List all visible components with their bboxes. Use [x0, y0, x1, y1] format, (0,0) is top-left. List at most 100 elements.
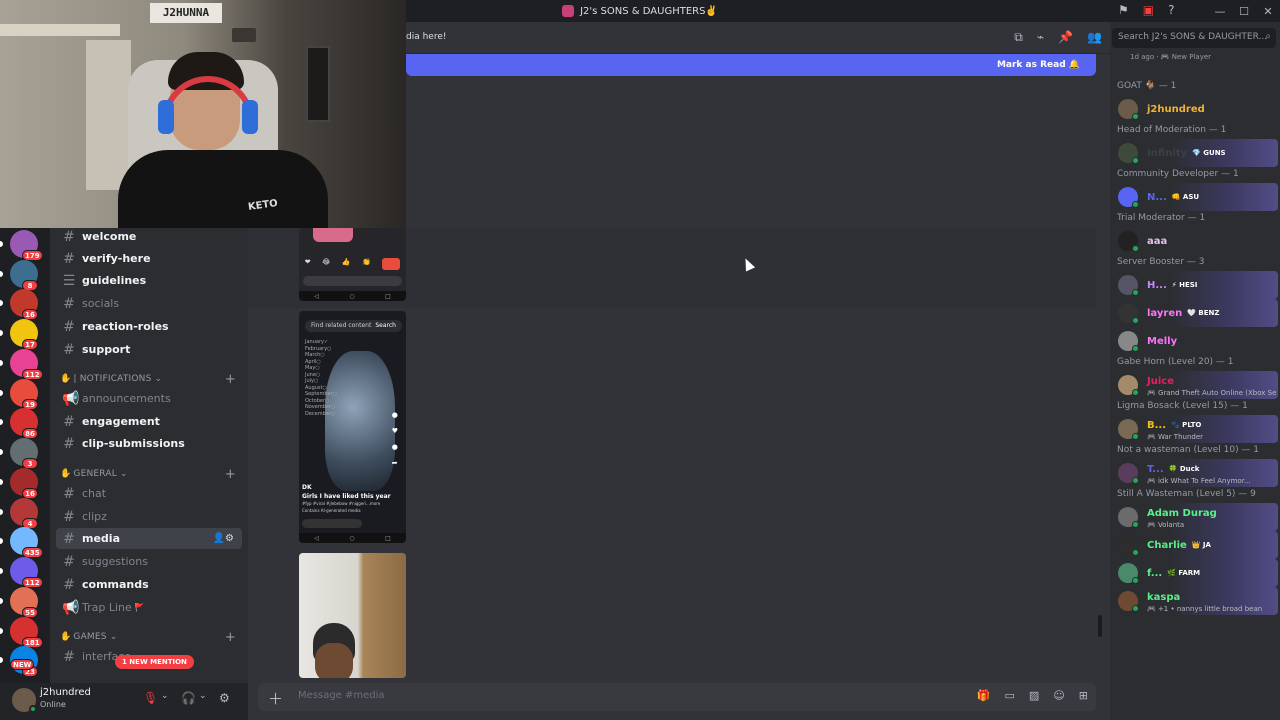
unread-indicator: [0, 657, 3, 664]
member-row[interactable]: B... 🐾 PLTO 🎮 War Thunder: [1112, 415, 1278, 443]
notifications-muted-icon[interactable]: ⌁: [1037, 30, 1044, 45]
add-channel-icon[interactable]: +: [225, 467, 236, 482]
role-header: Still A Wasteman (Level 5) — 9: [1117, 489, 1256, 499]
clan-tag: 🍀 Duck: [1168, 465, 1200, 473]
channel-socials[interactable]: # socials: [56, 293, 242, 314]
headphones-icon[interactable]: 🎧: [181, 691, 196, 705]
chevron-down-icon: ⌄: [119, 469, 128, 479]
minimize-icon[interactable]: —: [1208, 5, 1232, 18]
channel-guidelines[interactable]: ☰ guidelines: [56, 270, 242, 291]
member-row[interactable]: H... ⚡ HESI: [1112, 271, 1278, 299]
close-icon[interactable]: ✕: [1256, 5, 1280, 18]
new-mention-pill[interactable]: 1 NEW MENTION: [115, 655, 194, 669]
search-icon: ⌕: [1265, 31, 1271, 42]
clan-tag: 🐾 PLTO: [1171, 421, 1202, 429]
member-name: layren 🤍 BENZ: [1147, 308, 1219, 319]
channel-welcome[interactable]: # welcome: [56, 228, 242, 247]
mark-as-read-button[interactable]: Mark as Read 🔔: [997, 60, 1080, 70]
channel-suggestions[interactable]: # suggestions: [56, 551, 242, 572]
server-search-input[interactable]: Search J2's SONS & DAUGHTER... ⌕: [1112, 28, 1276, 48]
phone-nav-bar: ◁ ○ □: [299, 291, 406, 301]
channel-announcements[interactable]: 📢 announcements: [56, 388, 242, 409]
new-messages-bar[interactable]: Mark as Read 🔔: [406, 54, 1096, 76]
member-row[interactable]: Juice 🎮 Grand Theft Auto Online (Xbox Se: [1112, 371, 1278, 399]
category-general[interactable]: ✋ GENERAL ⌄ +: [56, 467, 242, 482]
member-name: Infinity 💎 GUNS: [1147, 148, 1226, 159]
chevron-down-icon[interactable]: ⌄: [161, 691, 169, 701]
apps-icon[interactable]: ⊞: [1079, 689, 1088, 702]
channel-trap-line[interactable]: 📢 Trap Line 🚩: [56, 597, 242, 618]
channel-clipz[interactable]: # clipz: [56, 506, 242, 527]
member-row[interactable]: f... 🌿 FARM: [1112, 559, 1278, 587]
server-icon: [562, 5, 575, 17]
member-row[interactable]: Adam Durag 🎮 Volanta: [1112, 503, 1278, 531]
user-settings-icon[interactable]: ⚙: [219, 691, 230, 705]
member-row[interactable]: N... 👊 ASU: [1112, 183, 1278, 211]
channel-engagement[interactable]: # engagement: [56, 411, 242, 432]
member-row[interactable]: T... 🍀 Duck 🎮 idk What To Feel Anymor...: [1112, 459, 1278, 487]
clan-tag: 👊 ASU: [1171, 193, 1200, 201]
category-notifications[interactable]: ✋ | NOTIFICATIONS ⌄ +: [56, 372, 242, 387]
channel-chat[interactable]: # chat: [56, 483, 242, 504]
help-icon[interactable]: ?: [1168, 3, 1174, 17]
member-name: Adam Durag: [1147, 508, 1217, 519]
hash-icon: #: [63, 228, 75, 245]
maximize-icon[interactable]: ☐: [1232, 5, 1256, 18]
channel-reaction-roles[interactable]: # reaction-roles: [56, 316, 242, 337]
unread-indicator: [0, 508, 3, 515]
media-attachment[interactable]: [299, 553, 406, 678]
member-row[interactable]: j2hundred: [1112, 95, 1278, 123]
mic-muted-icon[interactable]: 🎙: [143, 691, 158, 705]
channel-support[interactable]: # support: [56, 339, 242, 360]
unread-indicator: [0, 568, 3, 575]
member-name-text: Juice: [1147, 376, 1174, 387]
emoji-icon[interactable]: ☺: [1053, 689, 1064, 702]
member-name-text: f...: [1147, 568, 1163, 579]
pin-icon[interactable]: 📌: [1058, 30, 1073, 45]
member-list-icon[interactable]: 👥: [1087, 30, 1102, 45]
media-attachment[interactable]: Find related content Search January✓ Febr…: [299, 311, 406, 543]
inbox-icon[interactable]: ▣: [1143, 3, 1154, 17]
message-input[interactable]: Message #media: [298, 690, 385, 701]
media-attachment[interactable]: ❤ 😂 👍 👏 ◁ ○ □: [299, 228, 406, 301]
gif-icon[interactable]: ▭: [1005, 689, 1015, 702]
channel-clip-submissions[interactable]: # clip-submissions: [56, 433, 242, 454]
member-row[interactable]: layren 🤍 BENZ: [1112, 299, 1278, 327]
streamer-nameplate: J2HUNNA: [150, 3, 222, 23]
channel-commands[interactable]: # commands: [56, 574, 242, 595]
category-games[interactable]: ✋ GAMES ⌄ +: [56, 630, 242, 645]
hash-icon: #: [63, 553, 75, 570]
phone-nav-bar: ◁ ○ □: [299, 533, 406, 543]
status-indicator: [1132, 289, 1139, 296]
flag-icon[interactable]: ⚑: [1118, 3, 1129, 17]
member-name: kaspa: [1147, 592, 1180, 603]
unread-indicator: [0, 300, 3, 307]
member-row[interactable]: aaa: [1112, 227, 1278, 255]
channel-settings-icons[interactable]: 👤⚙: [213, 533, 234, 544]
member-row[interactable]: Infinity 💎 GUNS: [1112, 139, 1278, 167]
chevron-down-icon: ⌄: [154, 374, 163, 384]
message-scrollbar[interactable]: [1098, 615, 1102, 637]
status-indicator: [1132, 113, 1139, 120]
username: j2hundred: [40, 687, 91, 698]
add-attachment-icon[interactable]: ＋: [268, 688, 283, 709]
channel-media[interactable]: # media 👤⚙: [56, 528, 242, 549]
status-indicator: [1132, 245, 1139, 252]
member-row[interactable]: Charlie 👑 JA: [1112, 531, 1278, 559]
add-channel-icon[interactable]: +: [225, 372, 236, 387]
channel-verify-here[interactable]: # verify-here: [56, 248, 242, 269]
unread-indicator: [0, 241, 3, 247]
threads-icon[interactable]: ⧉: [1014, 30, 1023, 45]
member-name-text: j2hundred: [1147, 104, 1205, 115]
media-caption-note: Contains AI-generated media: [302, 508, 361, 513]
gift-icon[interactable]: 🎁: [977, 689, 991, 702]
member-row[interactable]: kaspa 🎮 +1 • nannys little broad bean: [1112, 587, 1278, 615]
member-activity: 🎮 War Thunder: [1147, 433, 1204, 441]
chevron-down-icon[interactable]: ⌄: [199, 691, 207, 701]
add-channel-icon[interactable]: +: [225, 630, 236, 645]
sticker-icon[interactable]: ▨: [1029, 689, 1039, 702]
member-row[interactable]: Melly: [1112, 327, 1278, 355]
message-composer[interactable]: ＋ Message #media 🎁 ▭ ▨ ☺ ⊞: [258, 683, 1096, 711]
member-name-text: T...: [1147, 464, 1164, 475]
member-name: j2hundred: [1147, 104, 1205, 115]
